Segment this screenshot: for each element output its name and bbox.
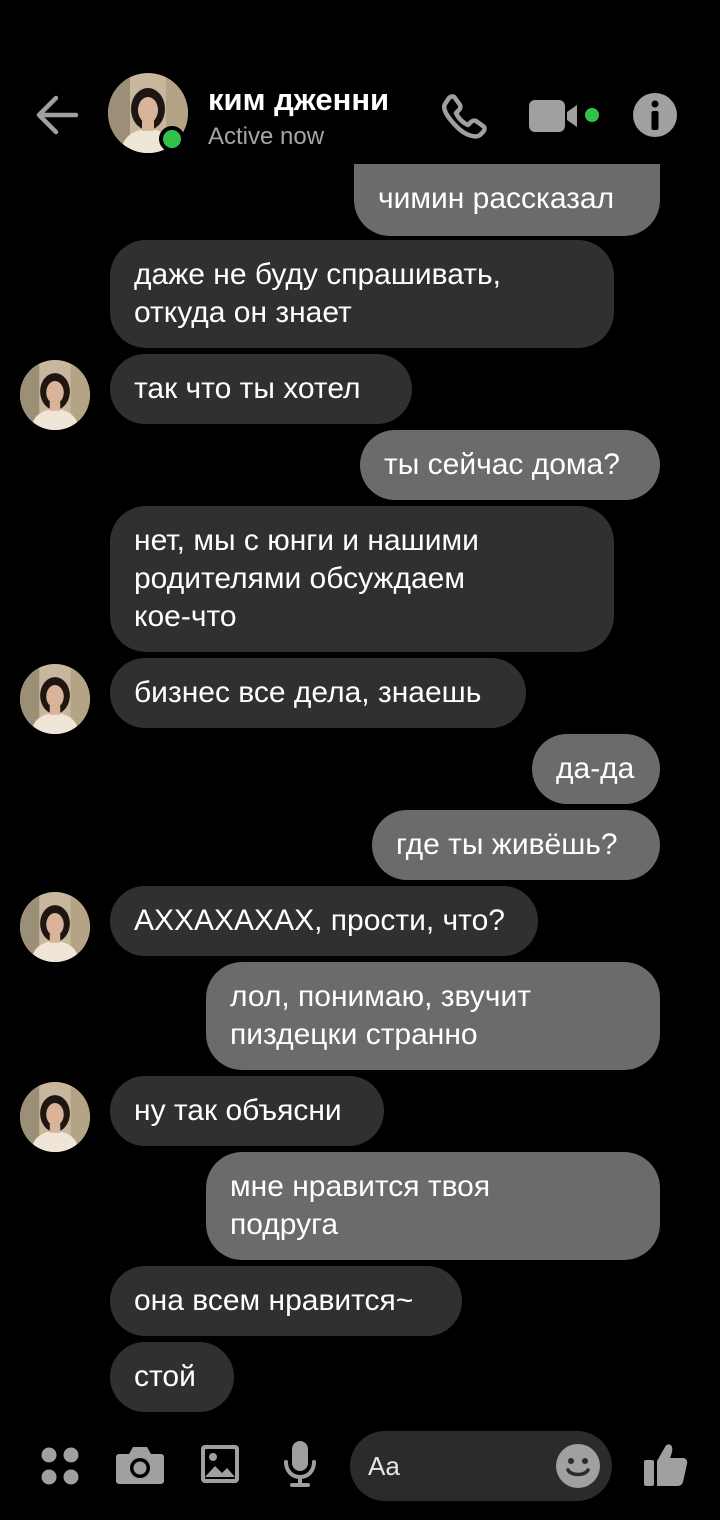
message-bubble-incoming[interactable]: так что ты хотел: [110, 354, 412, 424]
microphone-icon[interactable]: [282, 1440, 318, 1488]
message-bubble-outgoing[interactable]: где ты живёшь?: [372, 810, 660, 880]
sender-avatar[interactable]: [20, 1082, 90, 1152]
phone-icon[interactable]: [440, 92, 488, 140]
message-input-placeholder: Aa: [368, 1451, 400, 1481]
contact-name[interactable]: ким дженни: [208, 82, 389, 118]
sender-avatar[interactable]: [20, 664, 90, 734]
message-bubble-incoming[interactable]: стой: [110, 1342, 234, 1412]
message-bubble-incoming[interactable]: нет, мы с юнги и нашими родителями обсуж…: [110, 506, 614, 652]
camera-icon[interactable]: [115, 1444, 165, 1486]
message-bubble-incoming[interactable]: бизнес все дела, знаешь: [110, 658, 526, 728]
sender-avatar[interactable]: [20, 892, 90, 962]
thumbs-up-icon[interactable]: [643, 1440, 689, 1488]
message-bubble-outgoing[interactable]: чимин рассказал: [354, 164, 660, 236]
gallery-icon[interactable]: [200, 1444, 240, 1484]
message-bubble-incoming[interactable]: ну так объясни: [110, 1076, 384, 1146]
chat-header: ким дженни Active now: [0, 0, 720, 170]
active-status: Active now: [208, 123, 325, 150]
message-bubble-incoming[interactable]: даже не буду спрашивать, откуда он знает: [110, 240, 614, 348]
message-bubble-incoming[interactable]: она всем нравится~: [110, 1266, 462, 1336]
video-camera-icon[interactable]: [527, 96, 601, 136]
emoji-icon[interactable]: [555, 1443, 601, 1489]
message-input[interactable]: Aa: [350, 1431, 612, 1501]
message-bubble-outgoing[interactable]: ты сейчас дома?: [360, 430, 660, 500]
message-bubble-outgoing[interactable]: мне нравится твоя подруга: [206, 1152, 660, 1260]
sender-avatar[interactable]: [20, 360, 90, 430]
message-bubble-outgoing[interactable]: лол, понимаю, звучит пиздецки странно: [206, 962, 660, 1070]
info-icon[interactable]: [632, 92, 678, 138]
online-status-dot: [159, 126, 185, 152]
back-arrow-icon[interactable]: [30, 88, 84, 142]
message-bubble-outgoing[interactable]: да-да: [532, 734, 660, 804]
apps-grid-icon[interactable]: [40, 1446, 80, 1486]
message-bubble-incoming[interactable]: АХХАХАХАХ, прости, что?: [110, 886, 538, 956]
